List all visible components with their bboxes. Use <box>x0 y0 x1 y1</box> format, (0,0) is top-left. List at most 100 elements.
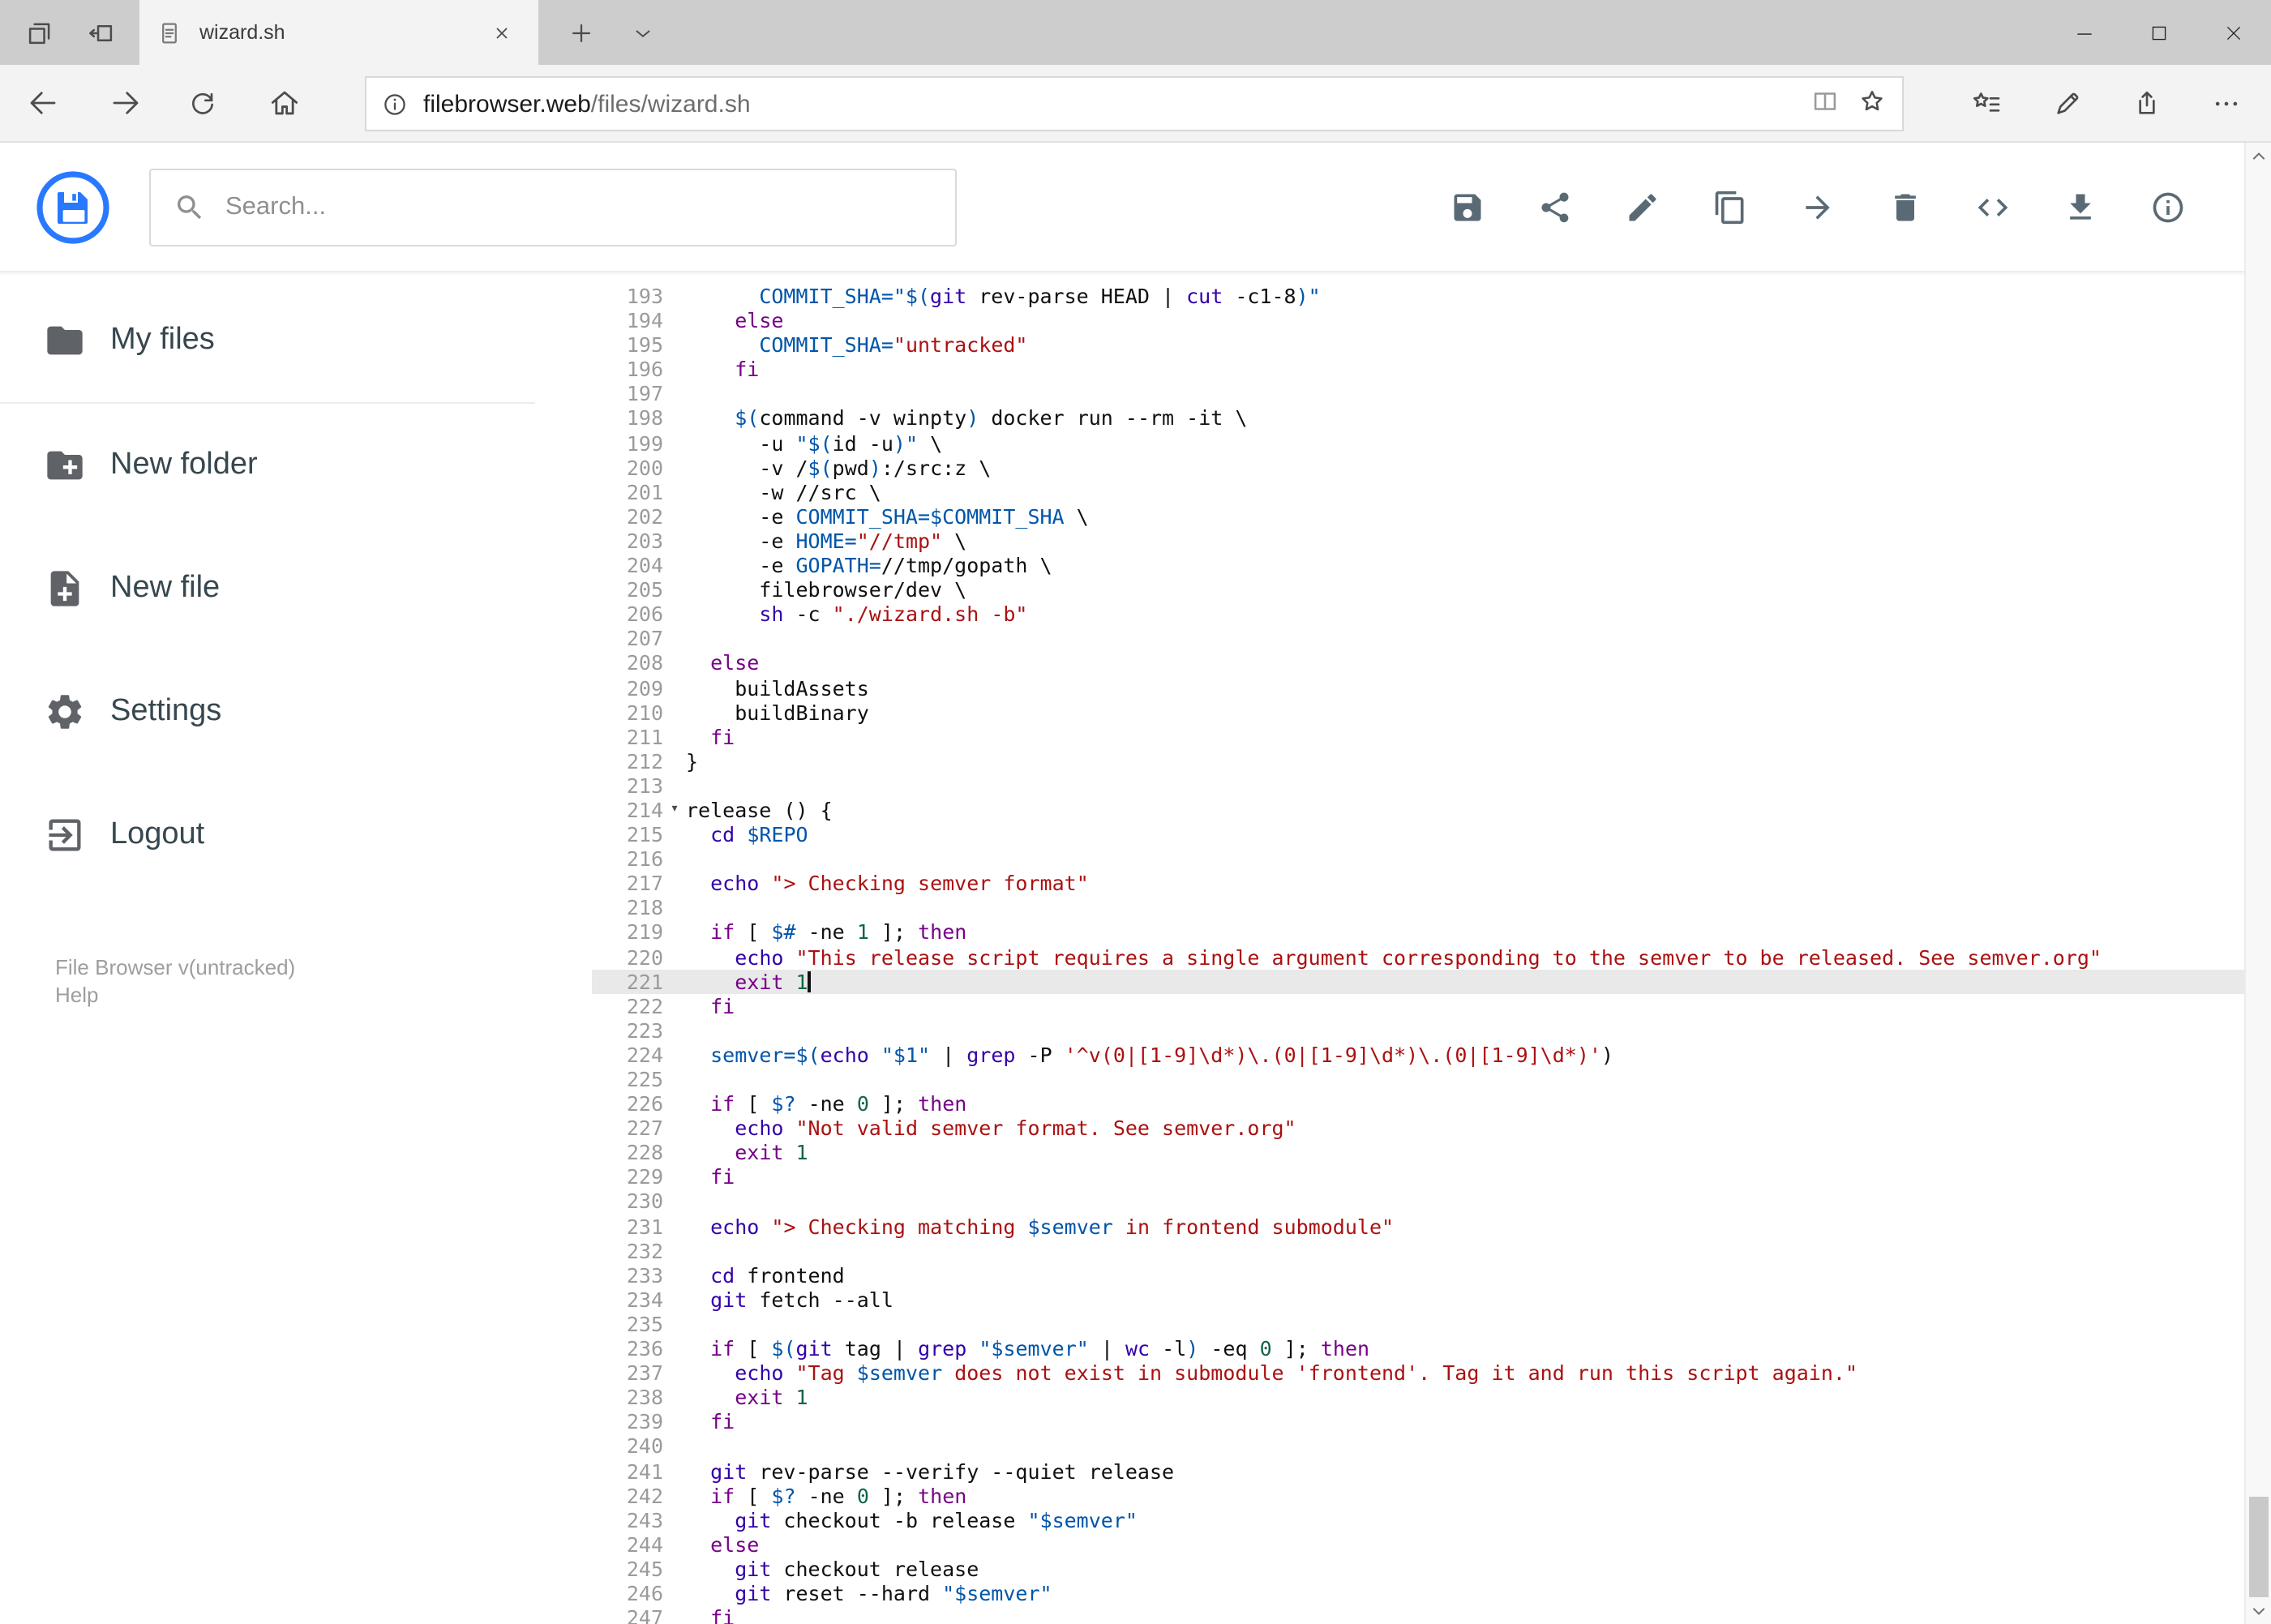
code-line-199[interactable]: 199 -u "$(id -u)" \ <box>592 431 2244 455</box>
help-link[interactable]: Help <box>55 981 295 1009</box>
code-line-234[interactable]: 234 git fetch --all <box>592 1288 2244 1312</box>
code-line-220[interactable]: 220 echo "This release script requires a… <box>592 945 2244 969</box>
app-logo[interactable] <box>36 170 110 245</box>
code-line-222[interactable]: 222 fi <box>592 993 2244 1018</box>
copy-button[interactable] <box>1712 189 1749 226</box>
code-line-238[interactable]: 238 exit 1 <box>592 1385 2244 1409</box>
code-line-226[interactable]: 226 if [ $? -ne 0 ]; then <box>592 1091 2244 1116</box>
code-line-212[interactable]: 212} <box>592 749 2244 773</box>
code-line-240[interactable]: 240 <box>592 1434 2244 1459</box>
browser-tab[interactable]: wizard.sh <box>139 0 538 65</box>
code-line-194[interactable]: 194 else <box>592 308 2244 332</box>
code-line-195[interactable]: 195 COMMIT_SHA="untracked" <box>592 332 2244 357</box>
sidebar-item-new-folder[interactable]: New folder <box>0 404 535 527</box>
more-button[interactable] <box>2196 73 2257 135</box>
set-aside-button[interactable] <box>71 0 130 65</box>
code-line-246[interactable]: 246 git reset --hard "$semver" <box>592 1581 2244 1605</box>
code-line-237[interactable]: 237 echo "Tag $semver does not exist in … <box>592 1360 2244 1385</box>
code-line-217[interactable]: 217 echo "> Checking semver format" <box>592 872 2244 896</box>
code-line-227[interactable]: 227 echo "Not valid semver format. See s… <box>592 1116 2244 1140</box>
address-bar[interactable]: filebrowser.web/files/wizard.sh <box>365 76 1904 131</box>
code-line-204[interactable]: 204 -e GOPATH=//tmp/gopath \ <box>592 553 2244 577</box>
code-line-221[interactable]: 221 exit 1 <box>592 969 2244 994</box>
share-page-button[interactable] <box>2116 73 2178 135</box>
code-line-205[interactable]: 205 filebrowser/dev \ <box>592 577 2244 602</box>
code-text: -e HOME="//tmp" \ <box>686 528 967 553</box>
close-tab-button[interactable] <box>480 11 522 54</box>
sidebar-item-my-files[interactable]: My files <box>0 279 535 404</box>
info-button[interactable] <box>2149 189 2187 226</box>
forward-button[interactable] <box>96 73 156 133</box>
annotate-button[interactable] <box>2037 73 2098 135</box>
code-line-197[interactable]: 197 <box>592 382 2244 406</box>
code-line-193[interactable]: 193 COMMIT_SHA="$(git rev-parse HEAD | c… <box>592 284 2244 308</box>
hub-button[interactable] <box>1956 73 2017 135</box>
code-line-210[interactable]: 210 buildBinary <box>592 700 2244 724</box>
code-line-242[interactable]: 242 if [ $? -ne 0 ]; then <box>592 1483 2244 1507</box>
scroll-down-button[interactable] <box>2246 1598 2271 1624</box>
code-line-208[interactable]: 208 else <box>592 651 2244 675</box>
code-line-201[interactable]: 201 -w //src \ <box>592 480 2244 504</box>
code-line-203[interactable]: 203 -e HOME="//tmp" \ <box>592 529 2244 553</box>
code-line-218[interactable]: 218 <box>592 896 2244 920</box>
scrollbar-thumb[interactable] <box>2248 1497 2268 1597</box>
code-line-236[interactable]: 236 if [ $(git tag | grep "$semver" | wc… <box>592 1336 2244 1360</box>
minimize-button[interactable] <box>2047 0 2122 65</box>
sidebar-item-settings[interactable]: Settings <box>0 650 535 773</box>
home-button[interactable] <box>255 73 315 133</box>
code-line-231[interactable]: 231 echo "> Checking matching $semver in… <box>592 1214 2244 1238</box>
code-line-247[interactable]: 247 fi <box>592 1605 2244 1624</box>
scroll-up-button[interactable] <box>2246 143 2271 169</box>
code-line-245[interactable]: 245 git checkout release <box>592 1557 2244 1581</box>
code-line-219[interactable]: 219 if [ $# -ne 1 ]; then <box>592 920 2244 945</box>
tabs-aside-button[interactable] <box>10 0 68 65</box>
move-button[interactable] <box>1799 189 1836 226</box>
search-bar[interactable]: Search... <box>149 169 957 246</box>
add-favorite-button[interactable] <box>1857 86 1888 122</box>
save-button[interactable] <box>1449 189 1486 226</box>
code-line-200[interactable]: 200 -v /$(pwd):/src:z \ <box>592 455 2244 479</box>
share-button[interactable] <box>1536 189 1574 226</box>
code-line-213[interactable]: 213 <box>592 773 2244 798</box>
code-line-230[interactable]: 230 <box>592 1189 2244 1214</box>
code-line-211[interactable]: 211 fi <box>592 724 2244 748</box>
new-tab-button[interactable] <box>551 0 610 65</box>
sidebar-item-new-file[interactable]: New file <box>0 527 535 650</box>
back-button[interactable] <box>13 73 73 133</box>
code-line-196[interactable]: 196 fi <box>592 358 2244 382</box>
code-line-229[interactable]: 229 fi <box>592 1165 2244 1189</box>
code-line-216[interactable]: 216 <box>592 846 2244 871</box>
maximize-button[interactable] <box>2122 0 2196 65</box>
tab-preview-toggle[interactable] <box>613 0 671 65</box>
code-line-243[interactable]: 243 git checkout -b release "$semver" <box>592 1507 2244 1532</box>
code-line-206[interactable]: 206 sh -c "./wizard.sh -b" <box>592 602 2244 626</box>
code-line-233[interactable]: 233 cd frontend <box>592 1263 2244 1288</box>
code-line-209[interactable]: 209 buildAssets <box>592 675 2244 700</box>
code-line-228[interactable]: 228 exit 1 <box>592 1141 2244 1165</box>
code-line-198[interactable]: 198 $(command -v winpty) docker run --rm… <box>592 406 2244 431</box>
code-line-239[interactable]: 239 fi <box>592 1410 2244 1434</box>
close-window-button[interactable] <box>2196 0 2271 65</box>
code-line-224[interactable]: 224 semver=$(echo "$1" | grep -P '^v(0|[… <box>592 1043 2244 1067</box>
sidebar-item-logout[interactable]: Logout <box>0 773 535 897</box>
code-line-225[interactable]: 225 <box>592 1067 2244 1091</box>
code-line-215[interactable]: 215 cd $REPO <box>592 822 2244 846</box>
page-scrollbar[interactable] <box>2244 143 2271 1624</box>
code-line-207[interactable]: 207 <box>592 627 2244 651</box>
code-line-223[interactable]: 223 <box>592 1018 2244 1043</box>
code-text: cd frontend <box>710 1262 845 1288</box>
code-line-235[interactable]: 235 <box>592 1312 2244 1336</box>
code-line-214[interactable]: 214 ▾ release () { <box>592 798 2244 822</box>
edit-button[interactable] <box>1624 189 1661 226</box>
code-line-244[interactable]: 244 else <box>592 1532 2244 1557</box>
refresh-button[interactable] <box>172 73 232 133</box>
code-editor[interactable]: 193 COMMIT_SHA="$(git rev-parse HEAD | c… <box>592 272 2244 1624</box>
download-button[interactable] <box>2062 189 2099 226</box>
code-line-232[interactable]: 232 <box>592 1238 2244 1262</box>
delete-button[interactable] <box>1887 189 1924 226</box>
code-line-202[interactable]: 202 -e COMMIT_SHA=$COMMIT_SHA \ <box>592 504 2244 529</box>
fold-arrow-icon[interactable]: ▾ <box>663 798 686 822</box>
code-button[interactable] <box>1974 189 2012 226</box>
reading-view-button[interactable] <box>1810 86 1840 122</box>
code-line-241[interactable]: 241 git rev-parse --verify --quiet relea… <box>592 1459 2244 1483</box>
